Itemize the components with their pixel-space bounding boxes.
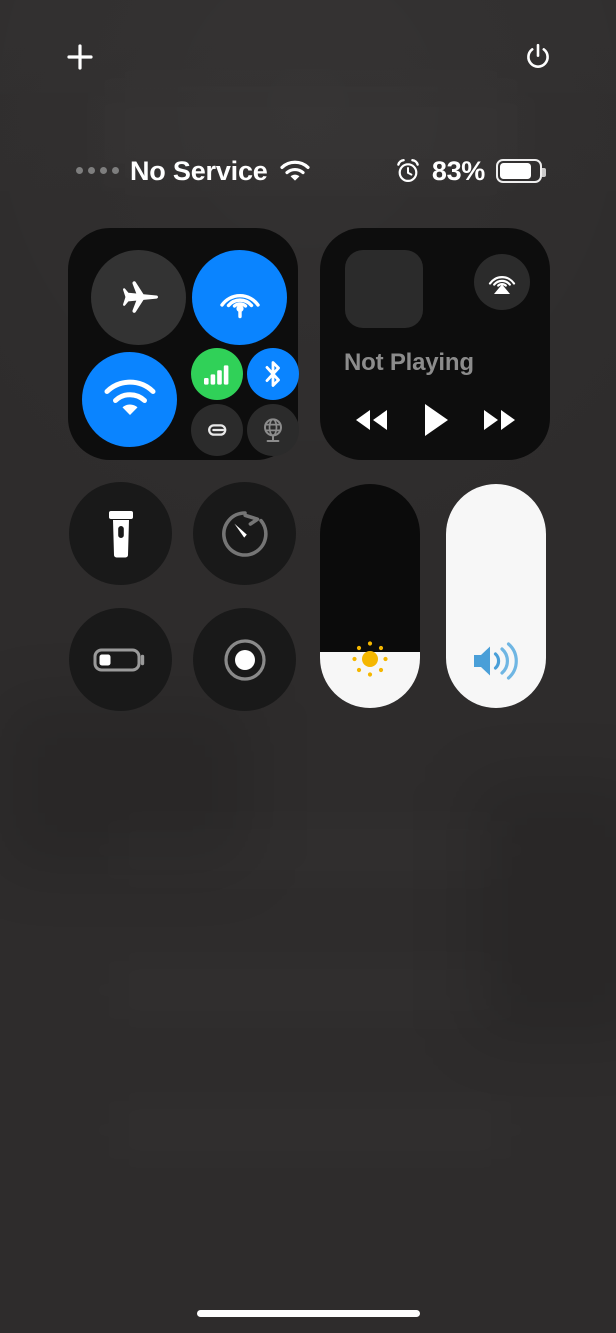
- power-icon: [527, 43, 549, 68]
- hotspot-link-icon: [208, 424, 227, 436]
- connectivity-module: [68, 228, 299, 460]
- home-indicator[interactable]: [197, 1310, 420, 1317]
- status-bar: No Service 83%: [0, 148, 616, 194]
- low-power-mode-button[interactable]: [69, 608, 172, 711]
- fast-forward-button[interactable]: [471, 398, 527, 442]
- volume-slider[interactable]: [446, 484, 546, 708]
- vpn-toggle[interactable]: [247, 404, 299, 456]
- timer-icon: [221, 510, 268, 557]
- bluetooth-toggle[interactable]: [247, 348, 299, 400]
- bluetooth-icon: [265, 361, 280, 387]
- airplay-audio-icon: [488, 276, 516, 294]
- wifi-icon: [104, 379, 155, 415]
- brightness-sun-icon: [352, 641, 388, 677]
- control-center-screen: No Service 83% Not Playing: [0, 0, 616, 1333]
- volume-icon-wrap: [446, 638, 546, 684]
- timer-button[interactable]: [193, 482, 296, 585]
- airplay-button[interactable]: [474, 254, 530, 310]
- add-controls-button[interactable]: [54, 31, 106, 83]
- rewind-button[interactable]: [344, 398, 400, 442]
- airdrop-icon: [219, 293, 260, 318]
- carrier-label: No Service: [130, 155, 268, 186]
- play-button[interactable]: [407, 398, 463, 442]
- airdrop-toggle[interactable]: [192, 250, 287, 345]
- cellular-data-toggle[interactable]: [191, 348, 243, 400]
- cellular-bars-icon: [204, 365, 229, 385]
- screen-recording-button[interactable]: [193, 608, 296, 711]
- alarm-clock-icon: [397, 159, 419, 183]
- flashlight-icon: [108, 510, 133, 557]
- battery-full-icon: [496, 159, 546, 183]
- brightness-slider[interactable]: [320, 484, 420, 708]
- play-icon: [425, 404, 448, 436]
- flashlight-button[interactable]: [69, 482, 172, 585]
- airplane-icon: [122, 280, 158, 313]
- rewind-icon: [355, 410, 387, 430]
- status-bar-right: 83%: [395, 148, 546, 194]
- airplane-mode-toggle[interactable]: [91, 250, 186, 345]
- now-playing-module: Not Playing: [320, 228, 550, 460]
- cellular-dots-icon: [76, 166, 119, 176]
- now-playing-status: Not Playing: [344, 349, 474, 376]
- speaker-waves-icon: [474, 642, 518, 680]
- media-transport-controls: [320, 398, 550, 442]
- wifi-toggle[interactable]: [82, 352, 177, 447]
- personal-hotspot-toggle[interactable]: [191, 404, 243, 456]
- brightness-icon-wrap: [320, 634, 420, 684]
- globe-satellite-icon: [264, 418, 282, 442]
- wifi-icon: [279, 160, 310, 181]
- screen-record-icon: [223, 638, 266, 681]
- battery-low-icon: [93, 648, 144, 671]
- fast-forward-icon: [483, 410, 515, 430]
- power-button[interactable]: [512, 31, 564, 83]
- battery-percent-label: 83%: [431, 155, 485, 186]
- status-bar-left: No Service: [76, 148, 311, 194]
- top-action-bar: [0, 0, 616, 112]
- plus-icon: [67, 44, 93, 70]
- album-artwork-placeholder: [345, 250, 423, 328]
